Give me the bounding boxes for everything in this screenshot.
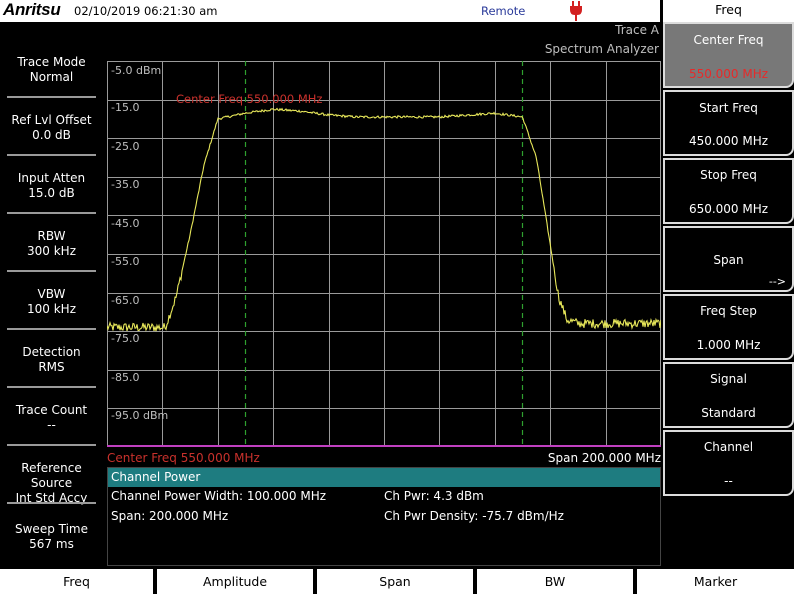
span-value: Span: 200.000 MHz [111, 509, 229, 523]
detection-setting[interactable]: Detection RMS [0, 345, 103, 403]
trace-name: Trace A [615, 23, 659, 37]
divider [7, 212, 96, 214]
reference-source-setting[interactable]: Reference Source Int Std Accy [0, 461, 103, 519]
channel-power-density: Ch Pwr Density: -75.7 dBm/Hz [384, 509, 564, 523]
amplitude-menu-button[interactable]: Amplitude [157, 569, 315, 594]
graticule-grid [107, 61, 661, 447]
datetime: 02/10/2019 06:21:30 am [74, 4, 218, 18]
remote-status: Remote [481, 4, 526, 18]
softkey-title: Center Freq [693, 33, 764, 47]
y-tick-label: -65.0 [111, 294, 140, 307]
softkey-title: Freq Step [700, 304, 757, 318]
span-readout: Span 200.000 MHz [547, 451, 661, 465]
setting-label: Sweep Time [15, 522, 88, 536]
y-tick-label: -45.0 [111, 217, 140, 230]
setting-value: Normal [29, 70, 74, 84]
submenu-arrow-icon: --> [768, 275, 786, 288]
y-tick-label: -55.0 [111, 255, 140, 268]
center-freq-annotation: Center Freq 550.000 MHz [176, 92, 323, 106]
setting-label: Reference Source [21, 461, 82, 490]
softkey-value: Standard [701, 406, 756, 420]
softkey-title: Stop Freq [700, 168, 757, 182]
span-softkey[interactable]: Span --> [663, 226, 794, 292]
y-tick-label: -75.0 [111, 332, 140, 345]
y-tick-label: -35.0 [111, 178, 140, 191]
rbw-setting[interactable]: RBW 300 kHz [0, 229, 103, 287]
softkey-title: Span [713, 253, 744, 267]
divider [7, 270, 96, 272]
menu-title: Freq [663, 0, 794, 22]
softkey-value: 1.000 MHz [696, 338, 761, 352]
spectrum-plot[interactable] [107, 61, 661, 447]
channel-softkey[interactable]: Channel -- [663, 430, 794, 496]
divider [7, 328, 96, 330]
divider [7, 386, 96, 388]
status-bar: Anritsu 02/10/2019 06:21:30 am Remote [0, 0, 660, 22]
softkey-value: -- [724, 474, 733, 488]
softkey-title: Signal [710, 372, 747, 386]
center-freq-readout: Center Freq 550.000 MHz [107, 451, 260, 465]
ref-lvl-offset-setting[interactable]: Ref Lvl Offset 0.0 dB [0, 113, 103, 171]
setting-label: Trace Count [15, 403, 88, 417]
divider [7, 444, 96, 446]
y-tick-label: -95.0 dBm [111, 409, 169, 422]
y-tick-label: -85.0 [111, 371, 140, 384]
stop-freq-softkey[interactable]: Stop Freq 650.000 MHz [663, 158, 794, 224]
y-tick-label: -25.0 [111, 140, 140, 153]
spectrum-graticule [107, 61, 661, 447]
signal-standard-softkey[interactable]: Signal Standard [663, 362, 794, 428]
brand-logo: Anritsu [3, 0, 61, 19]
setting-value: 0.0 dB [32, 128, 71, 142]
start-freq-softkey[interactable]: Start Freq 450.000 MHz [663, 90, 794, 156]
measurement-title: Channel Power [108, 468, 660, 487]
power-plug-icon [570, 1, 582, 21]
setting-label: Input Atten [17, 171, 86, 185]
channel-power-panel: Channel Power Channel Power Width: 100.0… [107, 467, 661, 566]
setting-label: VBW [37, 287, 66, 301]
channel-power-value: Ch Pwr: 4.3 dBm [384, 489, 484, 503]
softkey-title: Channel [703, 440, 754, 454]
span-menu-button[interactable]: Span [317, 569, 475, 594]
freq-menu-button[interactable]: Freq [0, 569, 155, 594]
channel-power-width: Channel Power Width: 100.000 MHz [111, 489, 327, 503]
setting-value: 100 kHz [27, 302, 76, 316]
setting-value: 300 kHz [27, 244, 76, 258]
trace-count-setting[interactable]: Trace Count -- [0, 403, 103, 461]
softkey-title: Start Freq [699, 101, 758, 115]
divider [7, 154, 96, 156]
analyzer-mode: Spectrum Analyzer [544, 42, 659, 56]
bw-menu-button[interactable]: BW [477, 569, 635, 594]
setting-value: 15.0 dB [28, 186, 75, 200]
softkey-value: 650.000 MHz [688, 202, 769, 216]
setting-value: -- [47, 418, 56, 432]
center-freq-softkey[interactable]: Center Freq 550.000 MHz [663, 22, 794, 88]
setting-label: RBW [37, 229, 66, 243]
setting-value: 567 ms [29, 537, 74, 551]
setting-value: RMS [38, 360, 65, 374]
softkey-value: 450.000 MHz [688, 134, 769, 148]
softkey-value: 550.000 MHz [688, 67, 769, 81]
y-tick-label: -5.0 dBm [111, 64, 162, 77]
freq-step-softkey[interactable]: Freq Step 1.000 MHz [663, 294, 794, 360]
trace-mode-setting[interactable]: Trace Mode Normal [0, 55, 103, 113]
divider [7, 96, 96, 98]
input-atten-setting[interactable]: Input Atten 15.0 dB [0, 171, 103, 229]
divider [7, 502, 96, 504]
y-tick-label: -15.0 [111, 101, 140, 114]
marker-menu-button[interactable]: Marker [637, 569, 794, 594]
vbw-setting[interactable]: VBW 100 kHz [0, 287, 103, 345]
setting-label: Ref Lvl Offset [11, 113, 92, 127]
setting-label: Detection [22, 345, 81, 359]
setting-label: Trace Mode [17, 55, 86, 69]
